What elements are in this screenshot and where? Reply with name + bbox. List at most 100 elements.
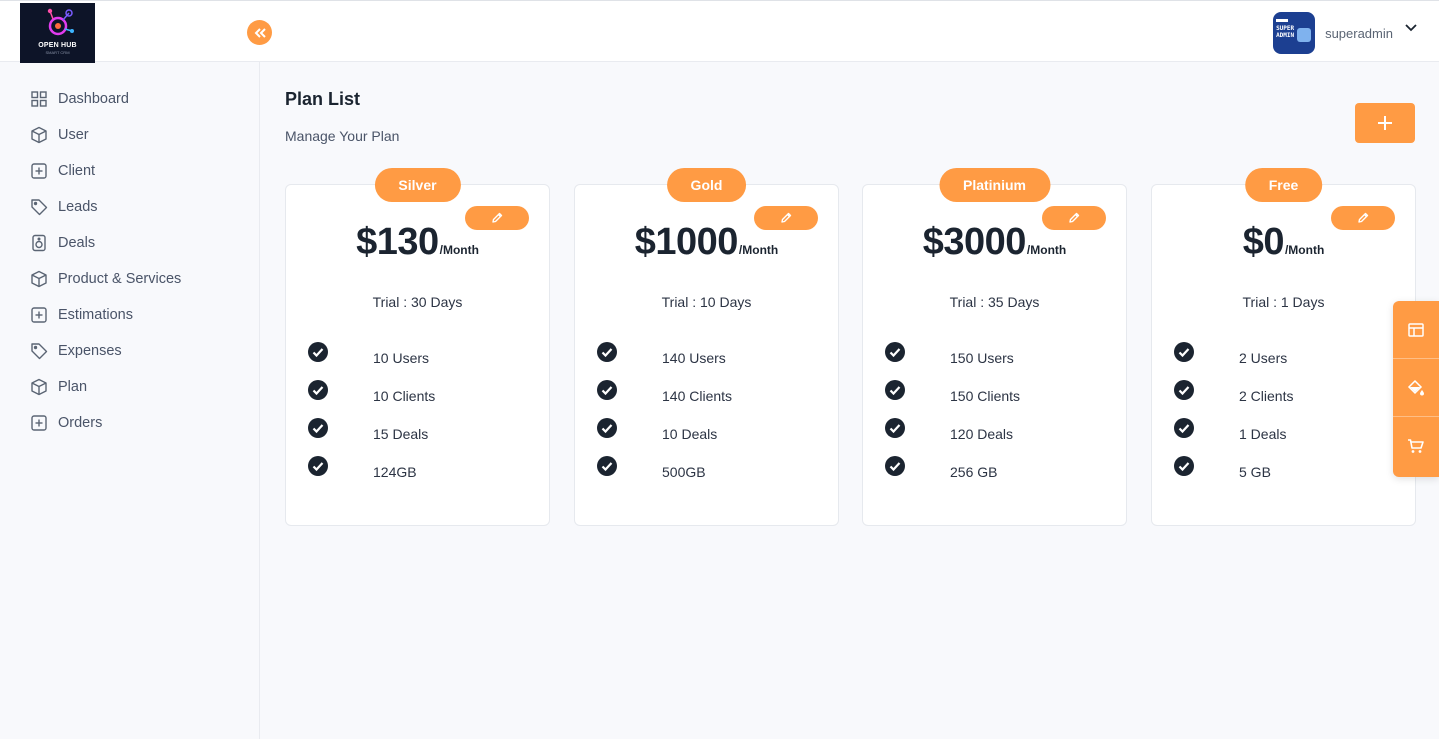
hub-logo-icon: [47, 8, 74, 36]
feature-text: 5 GB: [1239, 464, 1271, 480]
cart-button[interactable]: [1393, 417, 1439, 475]
page-title: Plan List: [285, 89, 361, 109]
feature-item: 10 Deals: [597, 415, 732, 453]
logo-subtext: SMART CRM: [45, 50, 70, 55]
plus-square-icon: [31, 415, 47, 431]
sidebar-item-leads[interactable]: Leads: [0, 189, 259, 225]
sidebar-item-deals[interactable]: Deals: [0, 225, 259, 261]
feature-item: 150 Clients: [885, 377, 1020, 415]
feature-item: 15 Deals: [308, 415, 435, 453]
sidebar-item-orders[interactable]: Orders: [0, 405, 259, 441]
sidebar-item-user[interactable]: User: [0, 117, 259, 153]
username: superadmin: [1325, 25, 1393, 41]
feature-text: 10 Clients: [373, 388, 436, 404]
plus-square-icon: [31, 163, 47, 179]
plan-trial: Trial : 10 Days: [661, 294, 752, 310]
sidebar-item-label: Client: [58, 163, 96, 179]
plan-name-badge: Platinium: [938, 168, 1051, 202]
check-circle-icon: [308, 418, 328, 438]
sidebar-nav: Dashboard User Client Leads Deals Produc…: [0, 62, 259, 441]
tag-icon: [31, 199, 48, 216]
plan-price: $3000: [922, 221, 1027, 263]
feature-text: 10 Deals: [662, 426, 718, 442]
sidebar-item-client[interactable]: Client: [0, 153, 259, 189]
feature-item: 500GB: [597, 453, 732, 491]
cube-icon: [31, 126, 47, 144]
check-circle-icon: [885, 456, 905, 476]
sidebar-item-dashboard[interactable]: Dashboard: [0, 81, 259, 117]
sidebar-item-label: Leads: [58, 199, 98, 215]
plan-name-badge: Free: [1244, 168, 1323, 202]
feature-text: 256 GB: [950, 464, 998, 480]
feature-list: 150 Users 150 Clients 120 Deals 256 GB: [885, 339, 1020, 491]
double-chevron-left-icon: [254, 27, 266, 38]
check-circle-icon: [308, 380, 328, 400]
check-circle-icon: [597, 380, 617, 400]
feature-text: 10 Users: [373, 350, 430, 366]
check-circle-icon: [1174, 418, 1194, 438]
theme-color-button[interactable]: [1393, 359, 1439, 417]
check-circle-icon: [1174, 342, 1194, 362]
feature-text: 15 Deals: [373, 426, 429, 442]
feature-text: 120 Deals: [950, 426, 1014, 442]
dashboard-grid-icon: [31, 91, 47, 107]
layout-icon: [1408, 322, 1424, 337]
cube-icon: [31, 270, 47, 288]
feature-text: 150 Clients: [950, 388, 1021, 404]
feature-text: 500GB: [662, 464, 706, 480]
sidebar-item-label: Orders: [58, 415, 103, 431]
sidebar-item-label: Dashboard: [58, 91, 129, 107]
sidebar-divider: [259, 62, 260, 739]
feature-item: 10 Users: [308, 339, 435, 377]
feature-list: 2 Users 2 Clients 1 Deals 5 GB: [1174, 339, 1293, 491]
logo-text: OPEN HUB: [38, 42, 77, 49]
cube-icon: [31, 378, 47, 396]
feature-item: 2 Clients: [1174, 377, 1293, 415]
sidebar-item-label: Product & Services: [58, 271, 182, 287]
sidebar-item-label: Deals: [58, 235, 96, 251]
plan-price: $0: [1242, 221, 1285, 263]
sidebar-item-label: Plan: [58, 379, 88, 395]
sidebar-item-label: User: [58, 127, 89, 143]
page-subtitle: Manage Your Plan: [285, 128, 400, 144]
plan-card-free: Free $0/Month Trial : 1 Days 2 Users 2 C…: [1151, 168, 1416, 526]
speaker-icon: [32, 234, 46, 252]
brand-logo[interactable]: OPEN HUB SMART CRM: [20, 3, 95, 63]
sidebar-item-expenses[interactable]: Expenses: [0, 333, 259, 369]
sidebar-item-product-services[interactable]: Product & Services: [0, 261, 259, 297]
avatar[interactable]: SUPER ADMIN: [1273, 12, 1316, 54]
add-plan-button[interactable]: [1355, 103, 1415, 143]
collapse-sidebar-button[interactable]: [247, 20, 272, 45]
paint-bucket-icon: [1407, 379, 1424, 395]
feature-item: 5 GB: [1174, 453, 1293, 491]
feature-item: 2 Users: [1174, 339, 1293, 377]
plan-price: $1000: [634, 221, 739, 263]
check-circle-icon: [308, 342, 328, 362]
feature-item: 124GB: [308, 453, 435, 491]
plus-icon: [1378, 116, 1392, 130]
check-circle-icon: [885, 380, 905, 400]
plan-card-silver: Silver $130/Month Trial : 30 Days 10 Use…: [285, 168, 550, 526]
feature-list: 10 Users 10 Clients 15 Deals 124GB: [308, 339, 435, 491]
check-circle-icon: [885, 342, 905, 362]
tag-icon: [31, 343, 48, 360]
feature-item: 120 Deals: [885, 415, 1020, 453]
feature-list: 140 Users 140 Clients 10 Deals 500GB: [597, 339, 732, 491]
sidebar-item-estimations[interactable]: Estimations: [0, 297, 259, 333]
feature-item: 1 Deals: [1174, 415, 1293, 453]
feature-item: 256 GB: [885, 453, 1020, 491]
plan-trial: Trial : 1 Days: [1242, 294, 1325, 310]
check-circle-icon: [885, 418, 905, 438]
feature-text: 140 Clients: [662, 388, 733, 404]
plan-trial: Trial : 30 Days: [372, 294, 463, 310]
floating-settings-panel: [1393, 301, 1439, 477]
check-circle-icon: [597, 456, 617, 476]
layout-settings-button[interactable]: [1393, 301, 1439, 359]
check-circle-icon: [308, 456, 328, 476]
sidebar-item-plan[interactable]: Plan: [0, 369, 259, 405]
user-menu[interactable]: SUPER ADMIN superadmin: [1273, 12, 1417, 54]
feature-item: 150 Users: [885, 339, 1020, 377]
chevron-down-icon[interactable]: [1405, 24, 1417, 32]
cart-icon: [1408, 439, 1424, 453]
check-circle-icon: [1174, 456, 1194, 476]
